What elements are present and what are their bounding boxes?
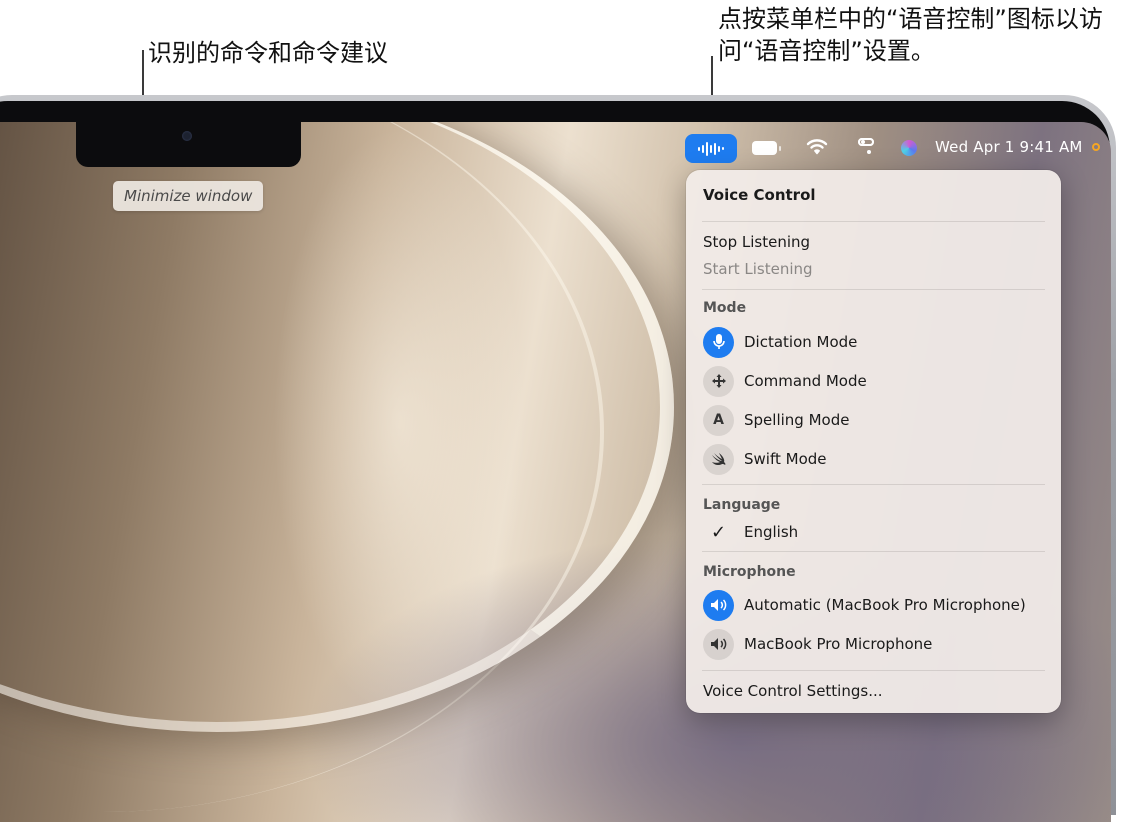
menu-divider xyxy=(702,670,1045,671)
recording-indicator xyxy=(1092,143,1100,151)
camera-notch xyxy=(76,122,301,167)
menu-title: Voice Control xyxy=(703,186,816,204)
callout-menu-icon: 点按菜单栏中的“语音控制”图标以访问“语音控制”设置。 xyxy=(718,5,1103,65)
callout-recognized-commands: 识别的命令和命令建议 xyxy=(148,39,388,67)
voice-control-menu: Voice Control Stop Listening Start Liste… xyxy=(686,170,1061,713)
mode-label: Dictation Mode xyxy=(744,333,858,351)
mode-label: Spelling Mode xyxy=(744,411,850,429)
menu-divider xyxy=(702,221,1045,222)
speaker-icon xyxy=(703,589,734,621)
microphone-icon xyxy=(703,326,734,358)
menu-divider xyxy=(702,551,1045,552)
mode-header: Mode xyxy=(703,300,747,316)
voice-control-settings-item[interactable]: Voice Control Settings... xyxy=(703,682,883,700)
checkmark-icon: ✓ xyxy=(710,521,727,543)
microphone-item-automatic[interactable]: Automatic (MacBook Pro Microphone) xyxy=(703,589,1026,621)
mode-item-spelling[interactable]: A Spelling Mode xyxy=(703,404,849,436)
voice-control-menu-button[interactable] xyxy=(685,134,737,163)
start-listening-item: Start Listening xyxy=(703,260,813,278)
menu-divider xyxy=(702,484,1045,485)
stop-listening-item[interactable]: Stop Listening xyxy=(703,233,810,251)
microphone-label: Automatic (MacBook Pro Microphone) xyxy=(744,596,1026,614)
camera-icon xyxy=(182,131,192,141)
menubar-clock[interactable]: Wed Apr 1 9:41 AM xyxy=(935,138,1083,156)
language-header: Language xyxy=(703,497,781,513)
speaker-icon xyxy=(703,628,734,660)
language-item-english[interactable]: ✓ English xyxy=(703,516,798,548)
swift-icon xyxy=(703,443,734,475)
language-label: English xyxy=(744,523,799,541)
mode-item-command[interactable]: Command Mode xyxy=(703,365,867,397)
battery-icon[interactable] xyxy=(752,141,781,155)
command-suggestion: Minimize window xyxy=(113,181,264,211)
control-center-icon[interactable] xyxy=(858,138,874,158)
wifi-icon[interactable] xyxy=(806,137,828,157)
mode-label: Swift Mode xyxy=(744,450,827,468)
mode-label: Command Mode xyxy=(744,372,867,390)
siri-icon[interactable] xyxy=(901,140,917,156)
mode-item-dictation[interactable]: Dictation Mode xyxy=(703,326,857,358)
microphone-label: MacBook Pro Microphone xyxy=(744,635,933,653)
microphone-item-macbook[interactable]: MacBook Pro Microphone xyxy=(703,628,932,660)
mode-item-swift[interactable]: Swift Mode xyxy=(703,443,827,475)
letter-a-icon: A xyxy=(703,404,734,436)
voice-control-waveform-icon xyxy=(698,141,724,156)
move-arrows-icon xyxy=(703,365,734,397)
menu-divider xyxy=(702,289,1045,290)
microphone-header: Microphone xyxy=(703,564,796,580)
